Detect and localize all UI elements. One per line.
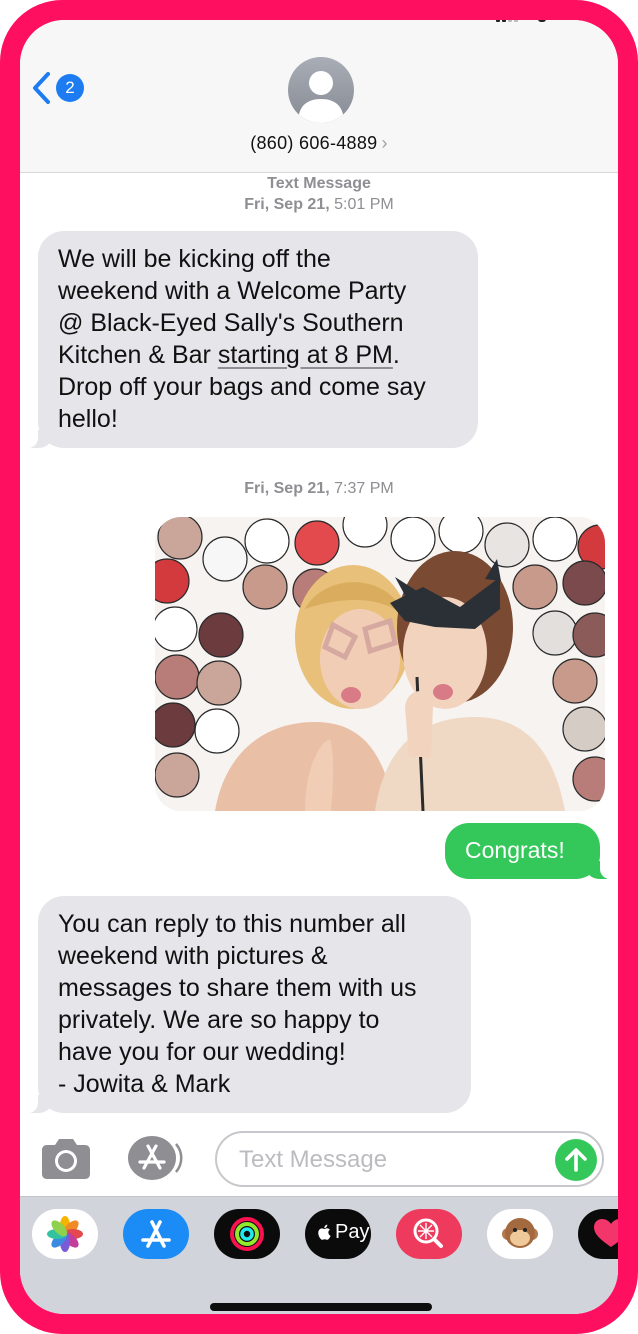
contact-phone-number: (860) 606-4889: [250, 133, 378, 153]
date-time-link[interactable]: starting at 8 PM: [218, 341, 393, 369]
imessage-app-drawer: Pay: [20, 1196, 618, 1314]
contact-name-button[interactable]: (860) 606-4889 ›: [20, 133, 618, 154]
incoming-message-bubble[interactable]: We will be kicking off the weekend with …: [24, 231, 478, 448]
camera-icon: [42, 1139, 90, 1179]
message-text: Congrats!: [465, 837, 565, 863]
activity-app-button[interactable]: [214, 1209, 280, 1259]
home-indicator[interactable]: [210, 1303, 432, 1311]
photos-icon: [47, 1216, 83, 1252]
app-store-button[interactable]: [126, 1134, 184, 1182]
search-images-icon: [413, 1218, 443, 1248]
animoji-icon: [502, 1218, 538, 1248]
camera-button[interactable]: [38, 1136, 94, 1182]
apple-logo-icon: [318, 1224, 331, 1240]
arrow-up-icon: [565, 1148, 587, 1172]
person-silhouette-icon: [298, 71, 344, 123]
chevron-left-icon: [33, 72, 50, 104]
app-store-icon: [128, 1136, 183, 1180]
status-signal-fragment: [494, 20, 554, 26]
unread-count-badge: 2: [56, 74, 84, 102]
send-button[interactable]: [555, 1139, 597, 1181]
message-text-input[interactable]: [237, 1141, 541, 1179]
timestamp: Fri, Sep 21, 7:37 PM: [244, 480, 394, 497]
app-store-icon: [141, 1220, 171, 1248]
incoming-message-bubble[interactable]: You can reply to this number all weekend…: [24, 896, 471, 1113]
photos-app-button[interactable]: [32, 1209, 98, 1259]
app-store-app-button[interactable]: [123, 1209, 189, 1259]
chevron-right-icon: ›: [381, 133, 388, 153]
message-text: We will be kicking off the weekend with …: [58, 245, 426, 433]
message-input[interactable]: [215, 1131, 604, 1187]
image-search-app-button[interactable]: [396, 1209, 462, 1259]
party-photo-image: [155, 517, 605, 811]
digital-touch-icon: [594, 1219, 618, 1247]
status-time-fragment: [78, 20, 122, 26]
device-frame: 2 (860) 606-4889 › Text Message Fri, Sep …: [0, 0, 638, 1334]
service-label: Text Message: [267, 175, 371, 192]
outgoing-message-bubble[interactable]: Congrats!: [445, 823, 614, 879]
digital-touch-app-button[interactable]: [578, 1209, 618, 1259]
messages-screen: 2 (860) 606-4889 › Text Message Fri, Sep …: [20, 20, 618, 1314]
animoji-app-button[interactable]: [487, 1209, 553, 1259]
apple-pay-label: Pay: [335, 1221, 370, 1243]
timestamp: Fri, Sep 21, 5:01 PM: [244, 196, 394, 213]
conversation-header: 2 (860) 606-4889 ›: [20, 20, 618, 173]
apple-pay-app-button[interactable]: Pay: [305, 1209, 371, 1259]
photo-message[interactable]: [155, 517, 605, 811]
back-button[interactable]: 2: [30, 68, 90, 108]
contact-avatar[interactable]: [288, 57, 354, 123]
message-text: You can reply to this number all weekend…: [58, 910, 417, 1098]
activity-icon: [230, 1217, 264, 1251]
